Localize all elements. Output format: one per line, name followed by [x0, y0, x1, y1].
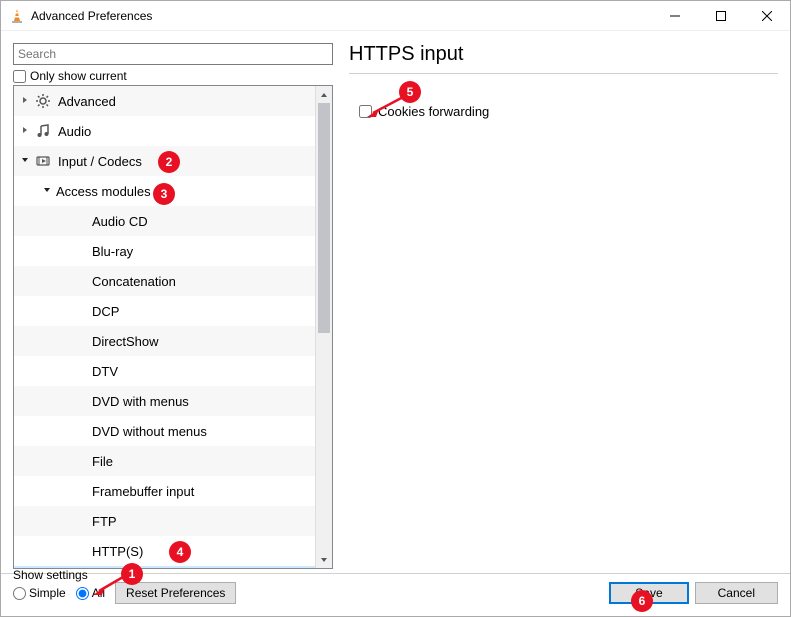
preferences-window: Advanced Preferences Only show current A… [0, 0, 791, 617]
tree-item-blu-ray[interactable]: Blu-ray [14, 236, 315, 266]
tree-item-label: Blu-ray [92, 244, 133, 259]
preferences-tree: Advanced Audio Input / Codecs Access module… [13, 85, 333, 569]
maximize-button[interactable] [698, 1, 744, 31]
tree-item-label: DirectShow [92, 334, 158, 349]
search-input[interactable] [13, 43, 333, 65]
window-title: Advanced Preferences [31, 9, 652, 23]
cookies-forwarding-row[interactable]: Cookies forwarding [359, 104, 778, 119]
tree-item-label: DTV [92, 364, 118, 379]
tree-item-file[interactable]: File [14, 446, 315, 476]
footer: Show settings Simple All Reset Preferenc… [1, 573, 790, 616]
tree-item-concatenation[interactable]: Concatenation [14, 266, 315, 296]
only-show-current-label: Only show current [30, 69, 127, 83]
tree-item-label: Concatenation [92, 274, 176, 289]
tree-item-label: FTP [92, 514, 117, 529]
tree-item-label: HTTP(S) [92, 544, 143, 559]
section-divider [349, 73, 778, 74]
minimize-button[interactable] [652, 1, 698, 31]
codec-icon [34, 152, 52, 170]
only-show-current-row[interactable]: Only show current [13, 69, 333, 83]
chevron-down-icon[interactable] [40, 186, 54, 197]
tree-scrollbar[interactable] [315, 86, 332, 568]
show-settings-all[interactable]: All [76, 586, 105, 600]
vlc-cone-icon [9, 8, 25, 24]
left-panel: Only show current Advanced Audio Input / C… [13, 43, 333, 569]
radio-all[interactable] [76, 587, 89, 600]
scroll-track[interactable] [316, 103, 332, 551]
show-settings-simple[interactable]: Simple [13, 586, 66, 600]
scroll-down-button[interactable] [316, 551, 332, 568]
tree-item-input-codecs[interactable]: Input / Codecs [14, 146, 315, 176]
tree-item-dvd-without-menus[interactable]: DVD without menus [14, 416, 315, 446]
reset-preferences-button[interactable]: Reset Preferences [115, 582, 236, 604]
window-controls [652, 1, 790, 31]
tree-item-advanced[interactable]: Advanced [14, 86, 315, 116]
tree-item-label: File [92, 454, 113, 469]
tree-item-label: Access modules [56, 184, 151, 199]
cookies-forwarding-label: Cookies forwarding [378, 104, 489, 119]
tree-item-label: Audio [58, 124, 91, 139]
cookies-forwarding-checkbox[interactable] [359, 105, 372, 118]
chevron-right-icon[interactable] [18, 126, 32, 137]
tree-item-label: DVD without menus [92, 424, 207, 439]
right-panel: HTTPS input Cookies forwarding [349, 43, 778, 569]
tree-item-label: Advanced [58, 94, 116, 109]
show-settings-label: Show settings [13, 568, 88, 582]
section-title: HTTPS input [349, 43, 778, 69]
gear-icon [34, 92, 52, 110]
close-button[interactable] [744, 1, 790, 31]
tree-item-http-s-[interactable]: HTTP(S) [14, 536, 315, 566]
titlebar: Advanced Preferences [1, 1, 790, 31]
tree-item-audio[interactable]: Audio [14, 116, 315, 146]
only-show-current-checkbox[interactable] [13, 70, 26, 83]
tree-item-dcp[interactable]: DCP [14, 296, 315, 326]
tree-item-dvd-with-menus[interactable]: DVD with menus [14, 386, 315, 416]
music-icon [34, 122, 52, 140]
chevron-right-icon[interactable] [18, 96, 32, 107]
tree-item-ftp[interactable]: FTP [14, 506, 315, 536]
scroll-thumb[interactable] [318, 103, 330, 333]
tree-item-label: DCP [92, 304, 119, 319]
tree-item-access-modules[interactable]: Access modules [14, 176, 315, 206]
radio-simple[interactable] [13, 587, 26, 600]
tree-item-directshow[interactable]: DirectShow [14, 326, 315, 356]
scroll-up-button[interactable] [316, 86, 332, 103]
tree-item-dtv[interactable]: DTV [14, 356, 315, 386]
tree-item-label: Input / Codecs [58, 154, 142, 169]
cancel-button[interactable]: Cancel [695, 582, 778, 604]
chevron-down-icon[interactable] [18, 156, 32, 167]
tree-item-label: DVD with menus [92, 394, 189, 409]
tree-item-framebuffer-input[interactable]: Framebuffer input [14, 476, 315, 506]
save-button[interactable]: Save [609, 582, 688, 604]
tree-item-label: Framebuffer input [92, 484, 194, 499]
tree-item-audio-cd[interactable]: Audio CD [14, 206, 315, 236]
tree-item-label: Audio CD [92, 214, 148, 229]
